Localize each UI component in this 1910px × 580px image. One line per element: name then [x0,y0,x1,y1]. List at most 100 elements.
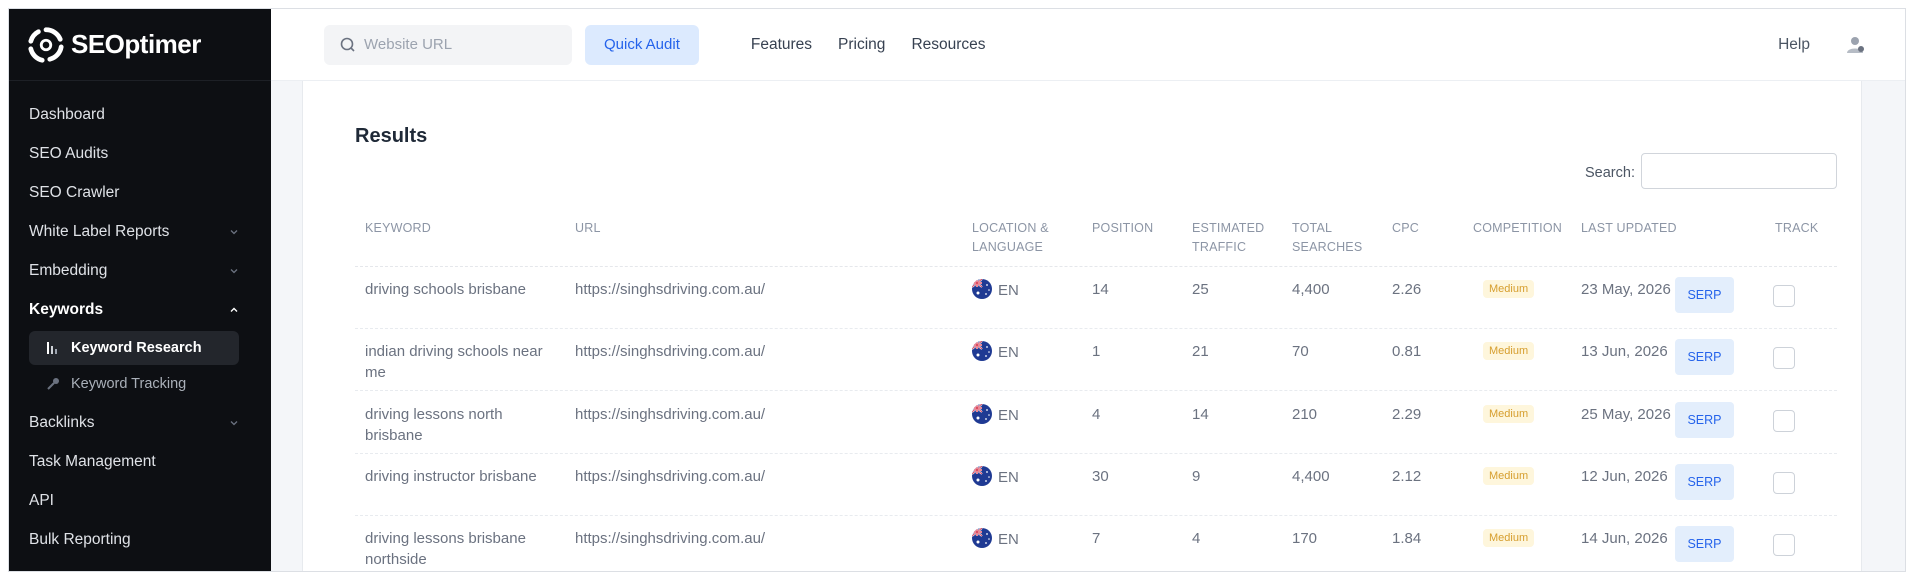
table-row: driving instructor brisbane https://sing… [355,454,1837,516]
competition-badge: Medium [1483,342,1535,360]
sidebar-item-label: Dashboard [29,105,105,123]
track-checkbox[interactable] [1773,347,1795,369]
col-location-language[interactable]: Location & Language [972,219,1062,257]
col-last-updated[interactable]: Last Updated [1581,219,1691,238]
col-estimated-traffic[interactable]: Estimated Traffic [1192,219,1272,257]
cpc-cell: 2.26 [1392,281,1422,298]
sidebar-subitem-label: Keyword Research [71,340,202,356]
nav-link-pricing[interactable]: Pricing [838,36,885,54]
position-cell: 30 [1092,468,1109,485]
sidebar-item-label: Task Management [29,452,156,470]
help-link[interactable]: Help [1778,36,1810,54]
sidebar-item-label: API [29,491,54,509]
track-checkbox[interactable] [1773,285,1795,307]
url-cell[interactable]: https://singhsdriving.com.au/ [575,528,765,549]
keyword-cell: driving lessons brisbane northside [365,530,526,568]
searches-cell: 4,400 [1292,281,1330,298]
website-url-search[interactable] [324,24,572,65]
language-label: EN [998,531,1019,548]
position-cell: 1 [1092,343,1101,360]
competition-badge: Medium [1483,280,1535,298]
serp-button[interactable]: SERP [1675,402,1734,438]
australia-flag-icon [972,279,992,299]
table-search-input[interactable] [1641,153,1837,189]
track-checkbox[interactable] [1773,410,1795,432]
serp-button[interactable]: SERP [1675,464,1734,500]
col-total-searches[interactable]: Total Searches [1292,219,1372,257]
language-label: EN [998,282,1019,299]
chevron-up-icon [230,307,238,312]
sidebar-item-label: Keywords [29,300,104,318]
keyword-cell: driving schools brisbane [365,281,526,298]
sidebar-item-bulk-reporting[interactable]: Bulk Reporting [9,520,271,559]
traffic-cell: 14 [1192,406,1209,423]
cpc-cell: 1.84 [1392,530,1422,547]
location-language-cell: EN [972,528,1019,550]
results-title: Results [355,125,428,147]
sidebar-item-dashboard[interactable]: Dashboard [9,95,271,134]
searches-cell: 170 [1292,530,1318,547]
cpc-cell: 2.29 [1392,406,1422,423]
language-label: EN [998,344,1019,361]
competition-badge: Medium [1483,405,1535,423]
sidebar-item-white-label-reports[interactable]: White Label Reports [9,212,271,251]
url-cell[interactable]: https://singhsdriving.com.au/ [575,404,765,425]
traffic-cell: 4 [1192,530,1201,547]
col-url[interactable]: URL [575,219,665,238]
url-cell[interactable]: https://singhsdriving.com.au/ [575,466,765,487]
competition-badge: Medium [1483,529,1535,547]
cpc-cell: 2.12 [1392,468,1422,485]
serp-button[interactable]: SERP [1675,526,1734,562]
position-cell: 14 [1092,281,1109,298]
searches-cell: 210 [1292,406,1318,423]
sidebar-item-keyword-research[interactable]: Keyword Research [29,331,239,365]
col-cpc[interactable]: CPC [1392,219,1482,238]
app-frame: SEOptimer Dashboard SEO Audits SEO Crawl… [8,8,1906,572]
australia-flag-icon [972,341,992,361]
australia-flag-icon [972,466,992,486]
location-language-cell: EN [972,466,1019,488]
sidebar-item-seo-audits[interactable]: SEO Audits [9,134,271,173]
last-updated-cell: 13 Jun, 2026 [1581,343,1668,360]
sidebar-item-keywords[interactable]: Keywords [9,290,271,329]
sidebar-item-api[interactable]: API [9,481,271,520]
quick-audit-button[interactable]: Quick Audit [585,24,699,65]
user-avatar-icon[interactable] [1845,34,1867,56]
sidebar-item-seo-crawler[interactable]: SEO Crawler [9,173,271,212]
sidebar-item-label: SEO Audits [29,144,109,162]
table-search-label: Search: [1585,165,1635,181]
col-track[interactable]: Track [1775,219,1865,238]
last-updated-cell: 14 Jun, 2026 [1581,530,1668,547]
nav-link-features[interactable]: Features [751,36,812,54]
table-row: driving lessons north brisbane https://s… [355,392,1837,454]
col-competition[interactable]: Competition [1473,219,1573,238]
sidebar-item-backlinks[interactable]: Backlinks [9,403,271,442]
sidebar-item-task-management[interactable]: Task Management [9,442,271,481]
track-checkbox[interactable] [1773,472,1795,494]
sidebar-item-label: Bulk Reporting [29,530,131,548]
seoptimer-logo-icon [28,26,64,63]
sidebar-item-label: White Label Reports [29,222,170,240]
cpc-cell: 0.81 [1392,343,1422,360]
url-cell[interactable]: https://singhsdriving.com.au/ [575,341,765,362]
search-icon [340,37,355,52]
track-checkbox[interactable] [1773,534,1795,556]
serp-button[interactable]: SERP [1675,277,1734,313]
website-url-input[interactable] [364,36,564,53]
sidebar-item-embedding[interactable]: Embedding [9,251,271,290]
table-row: indian driving schools near me https://s… [355,329,1837,391]
url-cell[interactable]: https://singhsdriving.com.au/ [575,279,765,300]
table-header: Keyword URL Location & Language Position… [355,211,1837,267]
col-position[interactable]: Position [1092,219,1182,238]
sidebar-nav: Dashboard SEO Audits SEO Crawler White L… [9,81,271,559]
location-language-cell: EN [972,341,1019,363]
competition-badge: Medium [1483,467,1535,485]
col-keyword[interactable]: Keyword [365,219,515,238]
bar-chart-icon [47,342,57,354]
serp-button[interactable]: SERP [1675,339,1734,375]
sidebar-item-label: Embedding [29,261,108,279]
nav-link-resources[interactable]: Resources [911,36,985,54]
logo[interactable]: SEOptimer [9,9,271,81]
sidebar-item-keyword-tracking[interactable]: Keyword Tracking [29,367,239,401]
searches-cell: 4,400 [1292,468,1330,485]
